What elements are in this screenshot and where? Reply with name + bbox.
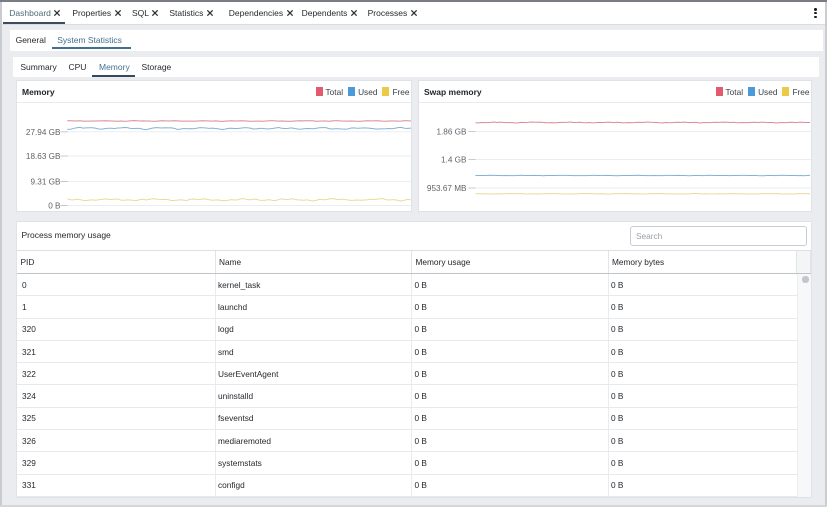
svg-text:0 B: 0 B [48, 202, 61, 211]
svg-text:953.67 MB: 953.67 MB [427, 184, 467, 193]
svg-text:1.86 GB: 1.86 GB [436, 128, 467, 137]
svg-text:18.63 GB: 18.63 GB [26, 152, 61, 161]
svg-text:27.94 GB: 27.94 GB [26, 128, 61, 137]
svg-text:1.4 GB: 1.4 GB [441, 156, 467, 165]
svg-text:9.31 GB: 9.31 GB [30, 178, 61, 187]
